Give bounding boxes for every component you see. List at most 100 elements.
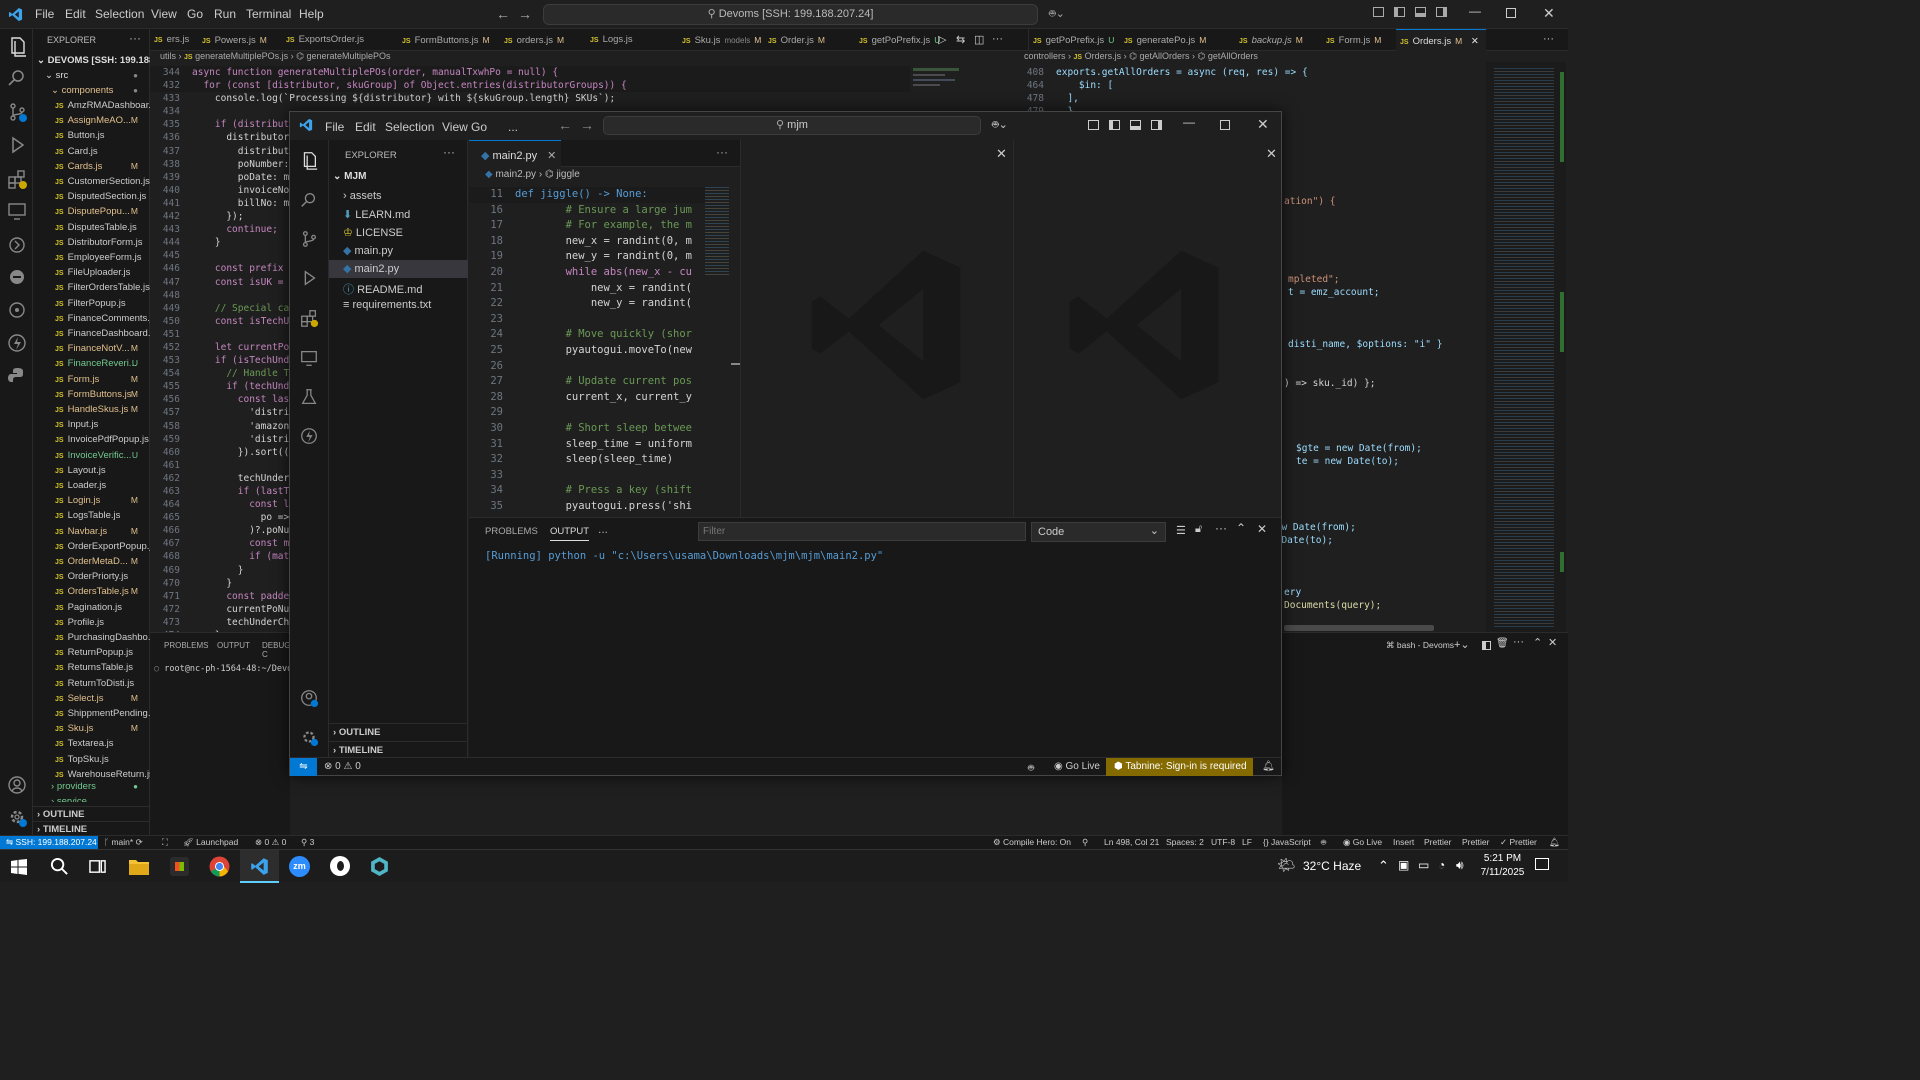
file-item[interactable]: JS DisputedSection.js [33, 189, 150, 204]
overlay-file-item[interactable]: › assets [329, 188, 468, 206]
encoding[interactable]: UTF-8 [1211, 836, 1235, 849]
file-item[interactable]: JS Pagination.js [33, 600, 150, 615]
file-item[interactable]: JS EmployeeForm.js [33, 250, 150, 265]
file-item[interactable]: JS HandleSkus.js M [33, 402, 150, 417]
trash-icon[interactable]: 🗑︎ [1496, 638, 1509, 649]
remote-indicator-icon[interactable]: ⇋ [290, 758, 317, 776]
menu-go[interactable]: Go [187, 7, 203, 21]
file-item[interactable]: JS Login.js M [33, 493, 150, 508]
file-item[interactable]: JS FormButtons.js M [33, 387, 150, 402]
editor-tab[interactable]: JS Orders.js M ✕ [1396, 29, 1486, 51]
volume-icon[interactable]: 🔊︎ [1456, 858, 1464, 873]
file-item[interactable]: JS Textarea.js [33, 736, 150, 751]
minimize-icon[interactable]: — [1469, 4, 1481, 18]
close-group-icon[interactable]: ✕ [1266, 146, 1277, 162]
compare-icon[interactable]: ⇆ [956, 33, 965, 46]
toggle-panel-icon[interactable] [1415, 7, 1426, 17]
split-terminal-icon[interactable] [1482, 641, 1491, 650]
breadcrumb-folder[interactable]: controllers [1024, 51, 1066, 61]
prettier-status[interactable]: Prettier [1424, 836, 1451, 849]
launchpad-button[interactable]: 🚀︎ Launchpad [183, 836, 238, 849]
zoom-icon[interactable]: ⚲ [1082, 836, 1088, 849]
menu-selection[interactable]: Selection [95, 7, 144, 21]
menu-file[interactable]: File [35, 7, 54, 21]
toggle-primary-sidebar-icon[interactable] [1394, 7, 1405, 17]
minimize-icon[interactable]: — [1183, 115, 1195, 129]
close-window-icon[interactable]: ✕ [1257, 116, 1269, 133]
cursor-position[interactable]: Ln 498, Col 21 [1104, 836, 1159, 849]
python-icon[interactable] [6, 365, 28, 387]
editor-tab[interactable]: JS Form.js M [1322, 29, 1381, 51]
file-item[interactable]: JS InvoicePdfPopup.js [33, 432, 150, 447]
overlay-code-editor[interactable]: 11 def jiggle() -> None: 16 # Ensure a lar… [469, 187, 705, 517]
weather-text[interactable]: 32°C Haze [1303, 859, 1361, 873]
problems-indicator[interactable]: ⊗ 0 ⚠ 0 [255, 836, 286, 849]
menu-view[interactable]: View [151, 7, 177, 21]
overlay-file-item[interactable]: ◆ main.py [329, 242, 468, 260]
remote-explorer-icon[interactable] [6, 200, 28, 222]
overlay-menu-item[interactable]: Selection [385, 120, 434, 134]
account-icon[interactable] [6, 774, 28, 796]
app-icon[interactable] [330, 856, 350, 876]
file-item[interactable]: JS Navbar.js M [33, 524, 150, 539]
file-item[interactable]: JS Select.js M [33, 691, 150, 706]
more-icon[interactable]: ··· [1513, 636, 1524, 648]
notifications-icon[interactable]: 🔔︎ [1262, 761, 1275, 772]
file-item[interactable]: JS ReturnPopup.js [33, 645, 150, 660]
toggle-secondary-sidebar-icon[interactable] [1436, 7, 1447, 17]
maximize-panel-icon[interactable]: ⌃ [1236, 521, 1246, 535]
manage-gear-icon[interactable] [299, 727, 319, 747]
editor-tab[interactable]: JS FormButtons.js M [398, 29, 490, 51]
clear-output-icon[interactable]: ☰ [1176, 524, 1186, 537]
source-control-status-icon[interactable]: ⛶ [162, 836, 168, 849]
search-icon[interactable] [6, 67, 28, 89]
file-item[interactable]: JS LogsTable.js [33, 508, 150, 523]
wifi-icon[interactable]: ◔ [1438, 858, 1445, 872]
notification-center-icon[interactable] [1535, 858, 1549, 870]
panel-tab-problems[interactable]: PROBLEMS [485, 526, 538, 537]
thunder-client-icon[interactable] [299, 426, 319, 446]
editor-tab[interactable]: JS Order.js M [764, 29, 825, 51]
battery-icon[interactable]: ▭ [1418, 858, 1429, 872]
editor-tab[interactable]: JS ExportsOrder.js [282, 29, 364, 51]
file-item[interactable]: JS Button.js [33, 128, 150, 143]
more-icon[interactable]: ··· [1215, 521, 1227, 535]
file-item[interactable]: JS CustomerSection.js [33, 174, 150, 189]
lock-icon[interactable]: 🔓︎ [1195, 523, 1202, 536]
maximize-icon[interactable] [1220, 120, 1230, 130]
remote-explorer-icon[interactable] [299, 348, 319, 368]
file-item[interactable]: JS TopSku.js [33, 752, 150, 767]
close-window-icon[interactable]: ✕ [1543, 5, 1555, 22]
notifications-icon[interactable]: 🔔︎ [1549, 836, 1560, 849]
overlay-file-item[interactable]: ⓘ README.md [329, 279, 468, 297]
overlay-file-item[interactable]: ≡ requirements.txt [329, 297, 468, 315]
menu-help[interactable]: Help [299, 7, 324, 21]
close-panel-icon[interactable]: ✕ [1548, 636, 1557, 649]
folder-providers[interactable]: › providers ● [33, 779, 150, 794]
forward-arrow-icon[interactable]: → [518, 6, 532, 22]
close-tab-icon[interactable]: ✕ [1468, 36, 1479, 47]
toggle-panel-icon[interactable] [1130, 120, 1141, 130]
right-code-sticky[interactable]: 408 exports.getAllOrders = async (req, re… [1014, 66, 1486, 111]
overlay-menu-item[interactable]: ... [508, 120, 518, 134]
editor-tab[interactable]: JS orders.js M [500, 29, 564, 51]
output-filter-input[interactable] [698, 522, 1026, 541]
breadcrumb-symbol[interactable]: getAllOrders [1139, 51, 1189, 61]
problems-indicator[interactable]: ⊗ 0 ⚠ 0 [324, 761, 361, 772]
copilot-icon[interactable]: 🤖︎⌄ [992, 118, 1008, 133]
more-icon[interactable]: ··· [1543, 33, 1554, 45]
file-item[interactable]: JS PurchasingDashbo... [33, 630, 150, 645]
menu-edit[interactable]: Edit [65, 7, 86, 21]
new-terminal-icon[interactable]: +⌄ [1454, 638, 1470, 651]
file-item[interactable]: JS InvoiceVerific... U [33, 448, 150, 463]
file-item[interactable]: JS Form.js M [33, 372, 150, 387]
breadcrumb-file[interactable]: main2.py [495, 169, 536, 180]
copilot-status-icon[interactable]: 🤖︎ [1321, 836, 1326, 849]
overlay-menu-item[interactable]: Go [471, 120, 487, 134]
workspace-root-mjm[interactable]: ⌄ MJM [333, 171, 366, 182]
end-of-line[interactable]: LF [1242, 836, 1252, 849]
testing-icon[interactable] [6, 299, 28, 321]
file-item[interactable]: JS OrderPriorty.js [33, 569, 150, 584]
left-minimap[interactable] [905, 66, 965, 110]
run-debug-icon[interactable] [299, 268, 319, 288]
